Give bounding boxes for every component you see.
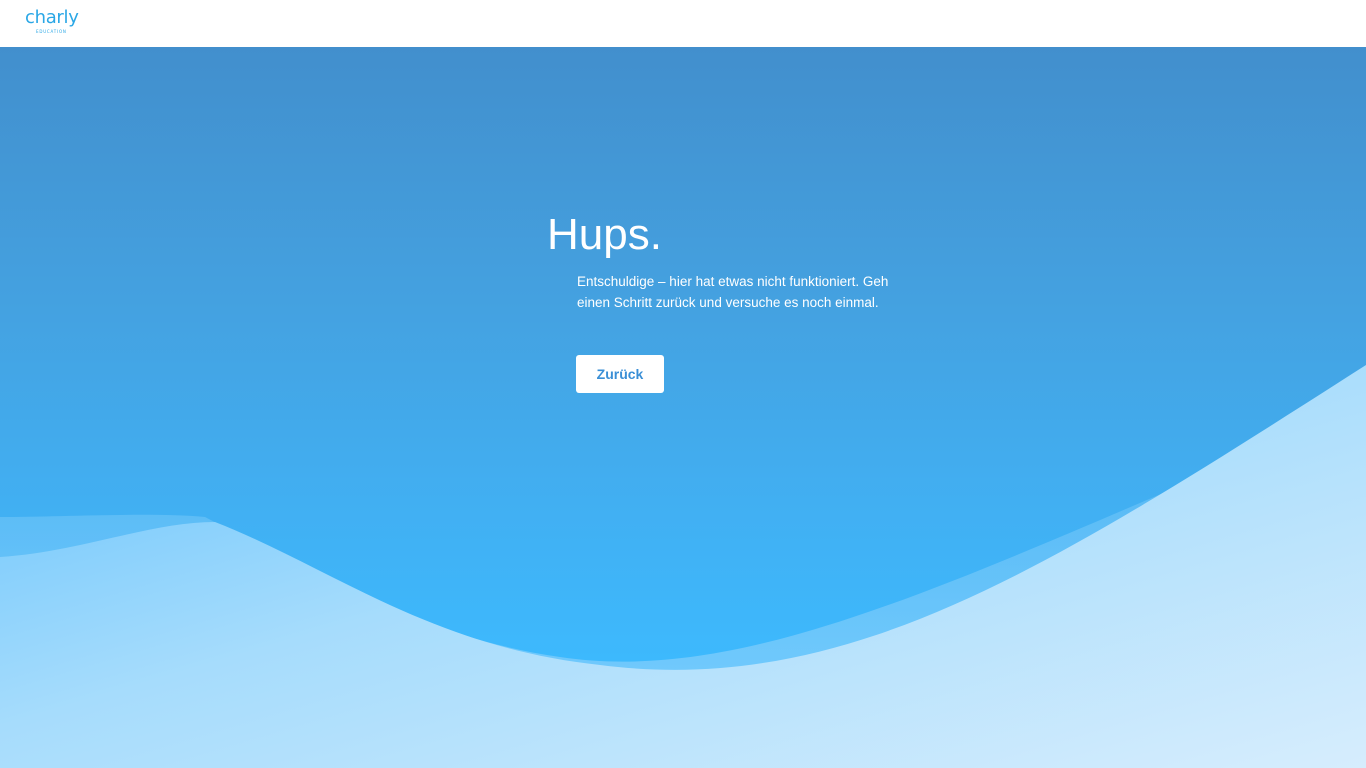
error-content: Hups. Entschuldige – hier hat etwas nich…	[547, 209, 927, 393]
front-wave	[0, 365, 1366, 768]
wave-background-illustration	[0, 365, 1366, 768]
logo-subtitle: EDUCATION	[36, 29, 67, 34]
logo-wordmark: charly	[25, 7, 79, 28]
error-hero-section: Hups. Entschuldige – hier hat etwas nich…	[0, 47, 1366, 768]
charly-education-logo[interactable]: charly EDUCATION	[25, 7, 83, 37]
error-heading: Hups.	[547, 210, 662, 259]
top-navigation-bar: charly EDUCATION	[0, 0, 1366, 47]
back-button[interactable]: Zurück	[576, 355, 664, 393]
error-message: Entschuldige – hier hat etwas nicht funk…	[577, 274, 889, 310]
